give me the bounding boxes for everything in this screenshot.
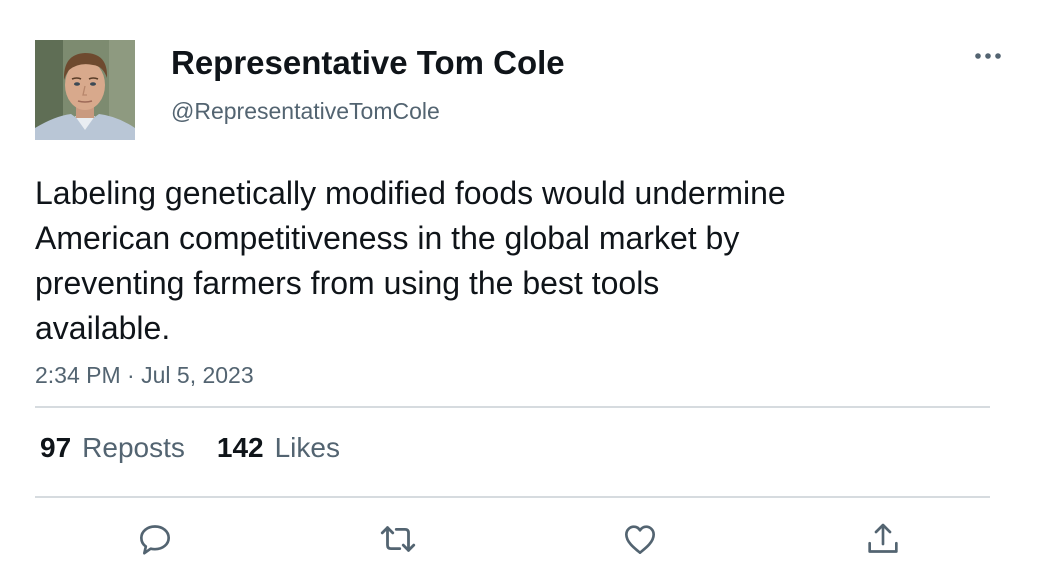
timestamp-separator: · — [127, 362, 135, 388]
divider — [35, 496, 990, 498]
reposts-label: Reposts — [82, 432, 185, 463]
reposts-stat[interactable]: 97 Reposts — [40, 430, 185, 466]
display-name[interactable]: Representative Tom Cole — [171, 43, 565, 83]
divider — [35, 406, 990, 408]
tweet-date: Jul 5, 2023 — [141, 362, 254, 388]
likes-label: Likes — [274, 432, 340, 463]
like-icon — [625, 525, 655, 554]
reply-icon — [140, 525, 170, 555]
engagement-stats: 97 Reposts 142 Likes — [40, 430, 340, 466]
tweet-text: Labeling genetically modified foods woul… — [35, 175, 786, 346]
tweet-timestamp[interactable]: 2:34 PM · Jul 5, 2023 — [35, 360, 254, 390]
avatar[interactable] — [35, 40, 135, 140]
more-horizontal-icon — [975, 53, 1001, 59]
likes-stat[interactable]: 142 Likes — [217, 430, 340, 466]
more-options-button[interactable] — [968, 42, 1008, 70]
profile-photo-icon — [35, 40, 135, 140]
repost-button[interactable] — [376, 517, 420, 561]
reply-button[interactable] — [133, 517, 177, 561]
like-button[interactable] — [618, 517, 662, 561]
likes-count: 142 — [216, 432, 264, 463]
user-handle[interactable]: @RepresentativeTomCole — [171, 97, 440, 125]
share-icon — [868, 523, 898, 553]
repost-icon — [380, 526, 416, 552]
share-button[interactable] — [861, 517, 905, 561]
tweet-time: 2:34 PM — [35, 362, 121, 388]
reposts-count: 97 — [40, 432, 72, 463]
